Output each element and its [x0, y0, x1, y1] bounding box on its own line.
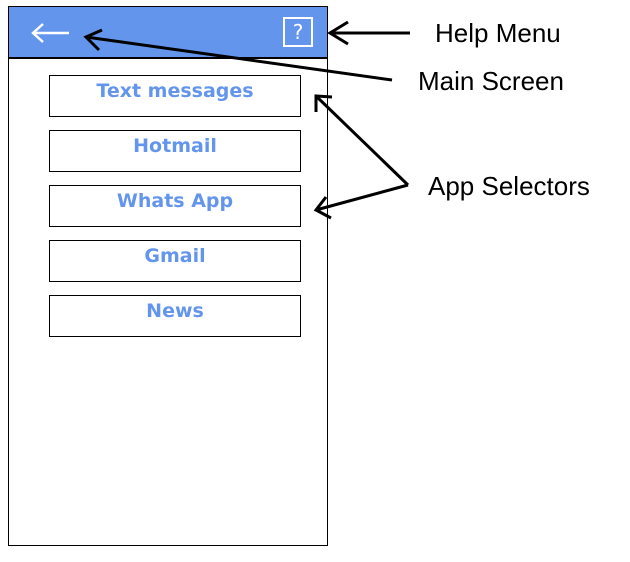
app-selector-list: Text messages Hotmail Whats App Gmail Ne…: [49, 75, 301, 350]
app-button-news[interactable]: News: [49, 295, 301, 337]
app-button-hotmail[interactable]: Hotmail: [49, 130, 301, 172]
app-selectors-label: App Selectors: [428, 171, 590, 201]
app-button-text-messages[interactable]: Text messages: [49, 75, 301, 117]
main-screen-label: Main Screen: [418, 66, 564, 96]
phone-screen: ? Text messages Hotmail Whats App Gmail …: [8, 6, 328, 546]
top-bar: ?: [9, 7, 327, 59]
app-selectors-arrows: [313, 94, 410, 220]
app-button-whats-app[interactable]: Whats App: [49, 185, 301, 227]
help-menu-label: Help Menu: [435, 18, 561, 48]
back-button[interactable]: [27, 17, 73, 49]
help-menu-arrow: [327, 20, 410, 46]
help-button[interactable]: ?: [283, 17, 313, 47]
app-button-gmail[interactable]: Gmail: [49, 240, 301, 282]
back-arrow-icon: [31, 23, 69, 43]
